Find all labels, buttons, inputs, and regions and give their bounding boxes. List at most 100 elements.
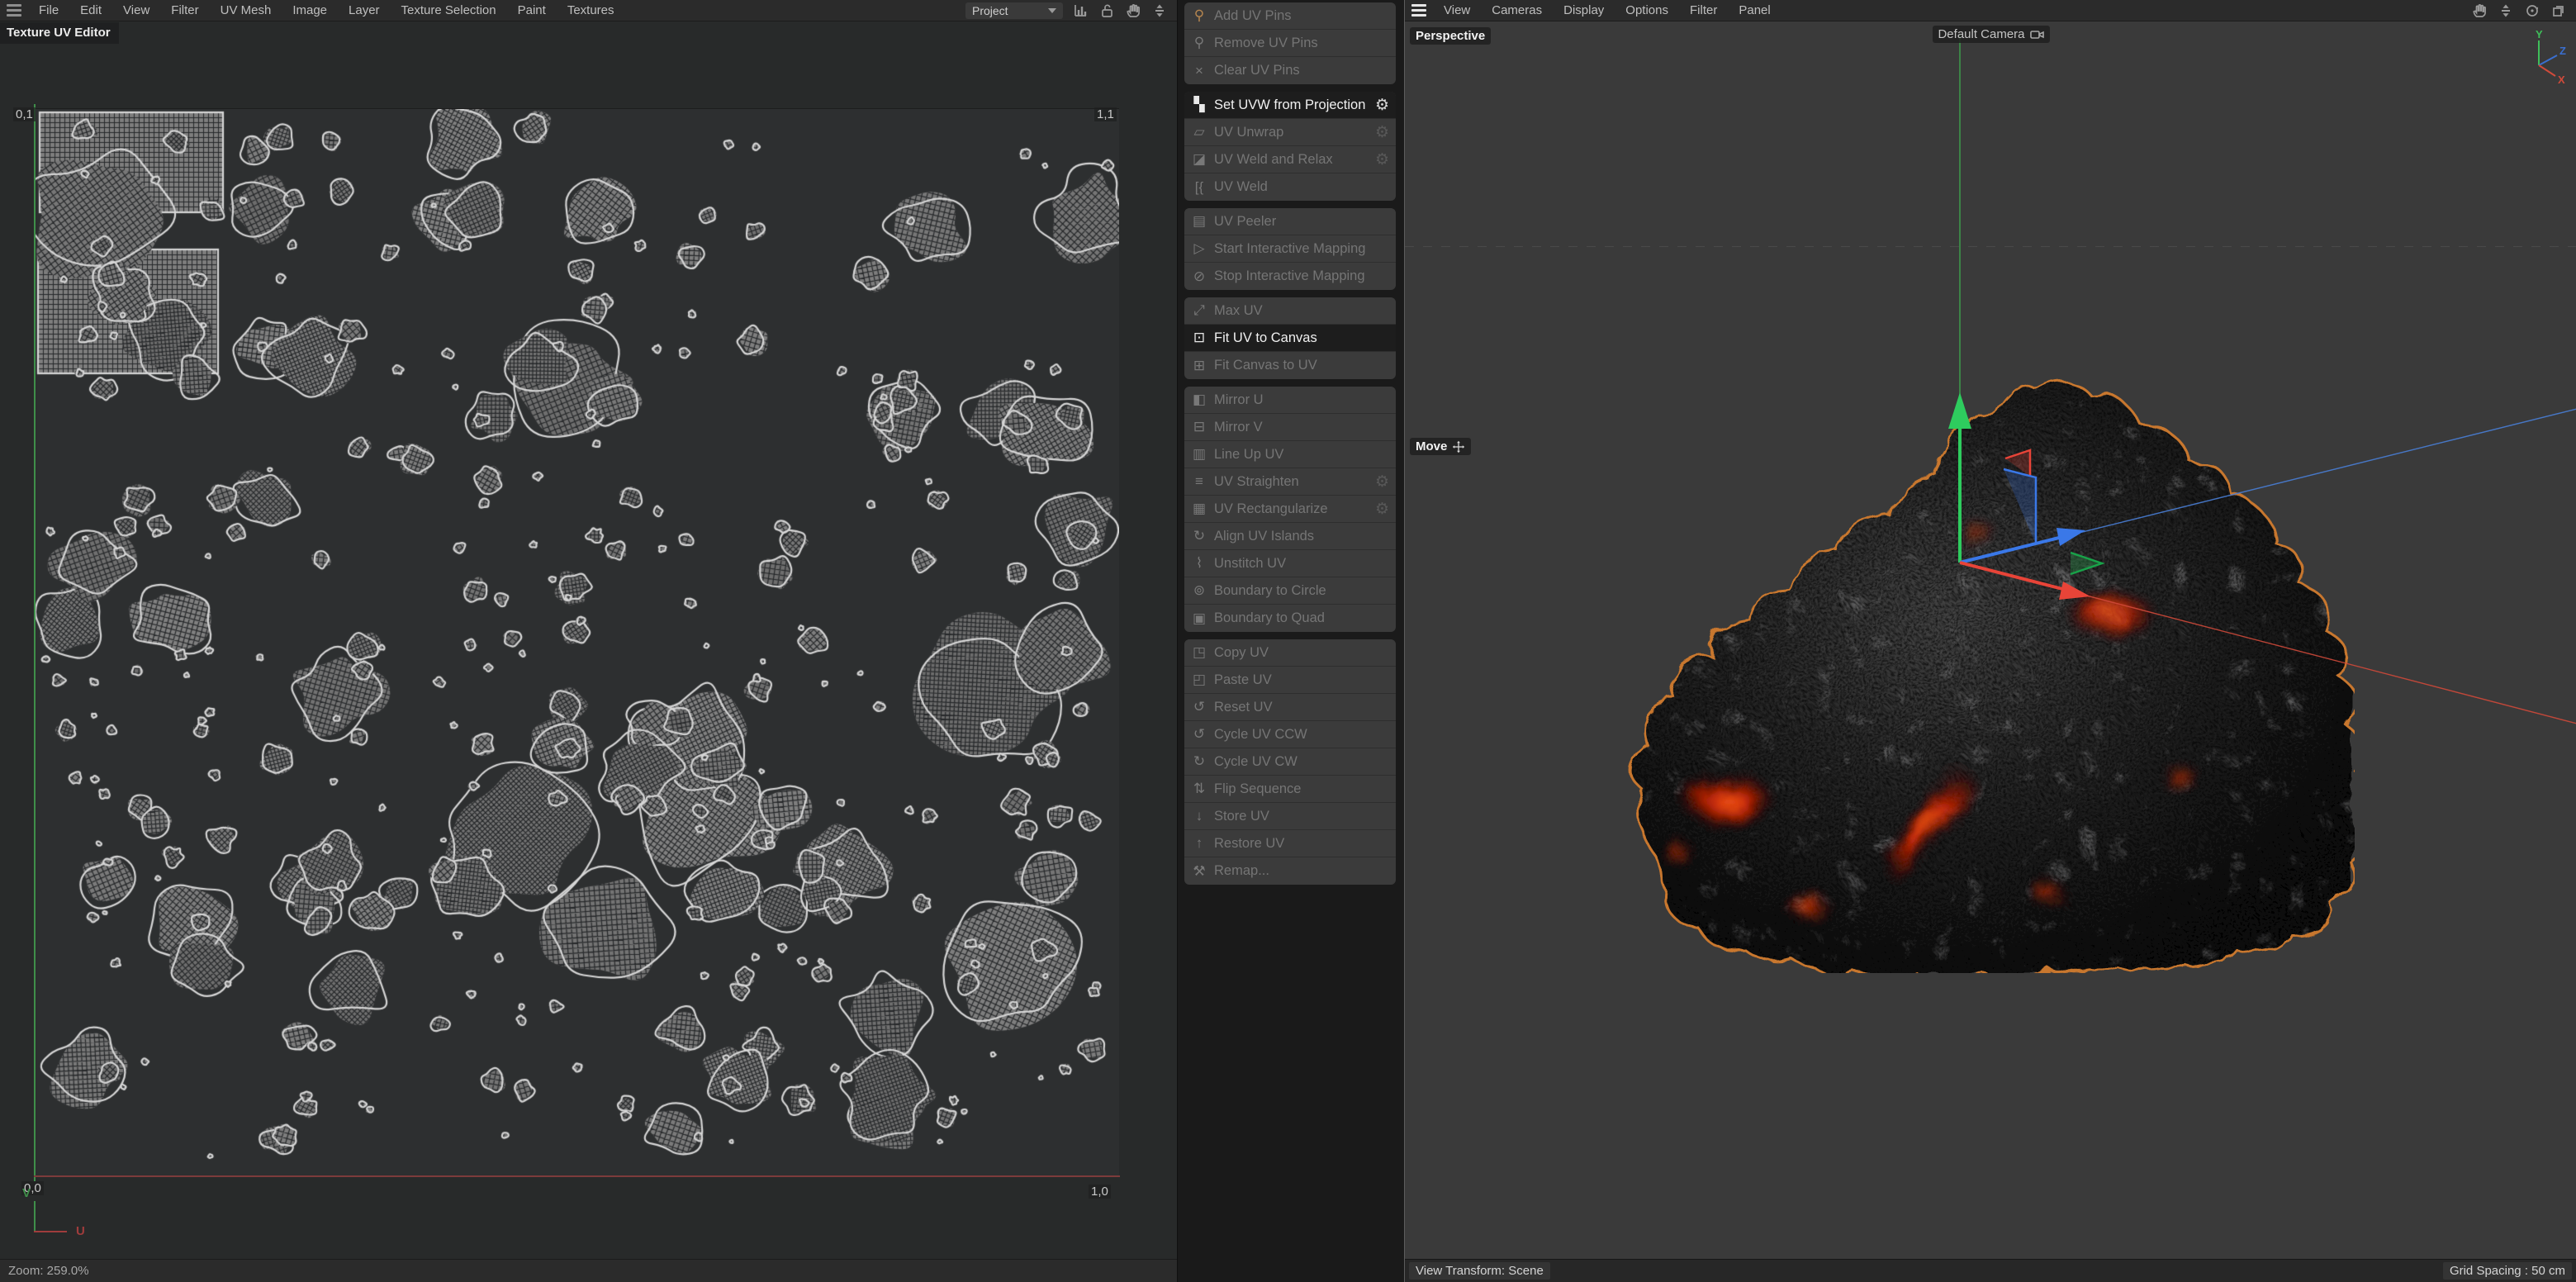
uv-menu-item-store-uv[interactable]: ↓ Store UV: [1184, 803, 1396, 830]
camera-icon: [2029, 30, 2044, 39]
uv-menu-item-label: Remove UV Pins: [1214, 35, 1318, 50]
uv-menu-item-cycle-uv-cw[interactable]: ↻ Cycle UV CW: [1184, 748, 1396, 776]
settings-gear-icon[interactable]: ⚙: [1375, 123, 1396, 142]
histogram-icon[interactable]: [1071, 2, 1089, 20]
uv-menu-item-reset-uv[interactable]: ↺ Reset UV: [1184, 694, 1396, 721]
uv-menu-item-label: Line Up UV: [1214, 446, 1284, 462]
uv-menu-item-align-uv-islands[interactable]: ↻ Align UV Islands: [1184, 523, 1396, 550]
selected-object-rock[interactable]: [1603, 358, 2355, 973]
menu-layer[interactable]: Layer: [338, 0, 391, 21]
uv-corner-11: 1,1: [1094, 107, 1117, 121]
menu-uv-mesh[interactable]: UV Mesh: [210, 0, 282, 21]
uv-menu-item-uv-weld-and-relax[interactable]: ◪ UV Weld and Relax ⚙: [1184, 146, 1396, 173]
panel-title: Texture UV Editor: [0, 22, 119, 44]
uv-menu-item-clear-uv-pins[interactable]: × Clear UV Pins: [1184, 57, 1396, 84]
uv-menu-item-label: Flip Sequence: [1214, 781, 1302, 796]
uv-menu-item-fit-uv-to-canvas[interactable]: ⊡ Fit UV to Canvas: [1184, 325, 1396, 352]
uv-menu-item-line-up-uv[interactable]: ▥ Line Up UV: [1184, 441, 1396, 468]
uv-menu-item-start-interactive-mapping[interactable]: ▷ Start Interactive Mapping: [1184, 235, 1396, 263]
uv-menu-item-restore-uv[interactable]: ↑ Restore UV: [1184, 830, 1396, 857]
uv-menu-item-remap[interactable]: ⚒ Remap...: [1184, 857, 1396, 885]
reset-icon: ↺: [1193, 699, 1206, 715]
uv-menu-item-stop-interactive-mapping[interactable]: ⊘ Stop Interactive Mapping: [1184, 263, 1396, 290]
uv-menu-item-label: Reset UV: [1214, 699, 1273, 715]
viewport-menu-cameras[interactable]: Cameras: [1481, 0, 1553, 21]
uv-menu-item-cycle-uv-ccw[interactable]: ↺ Cycle UV CCW: [1184, 721, 1396, 748]
menu-filter[interactable]: Filter: [160, 0, 209, 21]
uv-menu-item-label: Start Interactive Mapping: [1214, 240, 1366, 256]
project-dropdown[interactable]: Project: [965, 2, 1063, 19]
viewport-menu-options[interactable]: Options: [1615, 0, 1679, 21]
height-adjust-icon[interactable]: [2497, 2, 2515, 20]
panel-menu-icon[interactable]: [0, 0, 28, 21]
settings-gear-icon[interactable]: ⚙: [1375, 500, 1396, 519]
peeler-icon: ▤: [1192, 213, 1207, 229]
uv-canvas[interactable]: [35, 109, 1119, 1176]
straighten-icon: ≡: [1195, 473, 1203, 489]
maximize-icon[interactable]: [2550, 2, 2568, 20]
menu-paint[interactable]: Paint: [507, 0, 557, 21]
menu-texture-selection[interactable]: Texture Selection: [391, 0, 507, 21]
menu-file[interactable]: File: [28, 0, 69, 21]
uv-menu-item-fit-canvas-to-uv[interactable]: ⊞ Fit Canvas to UV: [1184, 352, 1396, 379]
viewport-menu-display[interactable]: Display: [1553, 0, 1615, 21]
unlock-icon[interactable]: [1098, 2, 1116, 20]
uv-menu-item-boundary-to-quad[interactable]: ▣ Boundary to Quad: [1184, 605, 1396, 632]
uv-menu-item-uv-unwrap[interactable]: ▱ UV Unwrap ⚙: [1184, 119, 1396, 146]
checker-icon: ▚: [1193, 97, 1205, 112]
viewport-menu-view[interactable]: View: [1433, 0, 1481, 21]
uv-menu-item-uv-weld[interactable]: [{UV Weld: [1184, 173, 1396, 201]
uv-menu-item-add-uv-pins[interactable]: ⚲ Add UV Pins: [1184, 2, 1396, 30]
uv-command-group: ⤢ Max UV ⊡ Fit UV to Canvas ⊞ Fit Canvas to U…: [1184, 297, 1396, 379]
horizon-grid-line: [1405, 246, 2576, 247]
uv-menu-item-uv-straighten[interactable]: ≡ UV Straighten ⚙: [1184, 468, 1396, 496]
uv-editor-statusbar: Zoom: 259.0%: [0, 1259, 1177, 1282]
settings-gear-icon[interactable]: ⚙: [1375, 96, 1396, 115]
uv-menu-item-uv-peeler[interactable]: ▤ UV Peeler: [1184, 208, 1396, 235]
pin-remove-icon: ⚲: [1193, 35, 1205, 50]
settings-gear-icon[interactable]: ⚙: [1375, 472, 1396, 491]
camera-selector[interactable]: Default Camera: [1932, 26, 2050, 43]
uv-menu-item-uv-rectangularize[interactable]: ▦ UV Rectangularize ⚙: [1184, 496, 1396, 523]
fit-canvas-to-uv-icon: ⊞: [1193, 357, 1206, 373]
menu-view[interactable]: View: [112, 0, 160, 21]
pin-icon: ⚲: [1193, 7, 1205, 23]
hand-icon[interactable]: [1124, 2, 1142, 20]
hand-icon[interactable]: [2470, 2, 2488, 20]
uv-menu-item-label: Clear UV Pins: [1214, 63, 1300, 78]
viewport-3d-scene[interactable]: Perspective Default Camera Move Y Z X: [1405, 22, 2576, 1259]
uv-command-group: ▤ UV Peeler ▷ Start Interactive Mapping ⊘ Sto…: [1184, 208, 1396, 290]
uv-menu-item-label: Fit Canvas to UV: [1214, 358, 1317, 373]
viewport-statusbar: View Transform: Scene Grid Spacing : 50 …: [1405, 1259, 2576, 1282]
uv-menu-item-boundary-to-circle[interactable]: ⊚ Boundary to Circle: [1184, 577, 1396, 605]
viewport-menu-filter[interactable]: Filter: [1679, 0, 1728, 21]
remap-icon: ⚒: [1193, 862, 1206, 879]
uv-menu-item-unstitch-uv[interactable]: ⌇ Unstitch UV: [1184, 550, 1396, 577]
uv-menu-item-label: Max UV: [1214, 302, 1263, 318]
uv-menu-item-copy-uv[interactable]: ◳ Copy UV: [1184, 639, 1396, 667]
uv-command-group: ▚ Set UVW from Projection ⚙ ▱ UV Unwrap ⚙ ◪ UV …: [1184, 92, 1396, 201]
menu-image[interactable]: Image: [282, 0, 338, 21]
unwrap-icon: ▱: [1193, 124, 1205, 140]
boundary-quad-icon: ▣: [1192, 610, 1207, 626]
menu-edit[interactable]: Edit: [69, 0, 112, 21]
uv-menu-item-paste-uv[interactable]: ◰ Paste UV: [1184, 667, 1396, 694]
height-adjust-icon[interactable]: [1150, 2, 1169, 20]
uv-menu-item-set-uvw-from-projection[interactable]: ▚ Set UVW from Projection ⚙: [1184, 92, 1396, 119]
uv-menu-item-max-uv[interactable]: ⤢ Max UV: [1184, 297, 1396, 325]
settings-gear-icon[interactable]: ⚙: [1375, 150, 1396, 169]
orbit-icon[interactable]: [2523, 2, 2541, 20]
viewport-menu-icon[interactable]: [1405, 0, 1433, 21]
uv-menu-item-mirror-u[interactable]: ◧ Mirror U: [1184, 387, 1396, 414]
uv-menu-item-mirror-v[interactable]: ⊟ Mirror V: [1184, 414, 1396, 441]
menu-textures[interactable]: Textures: [557, 0, 625, 21]
mirror-v-icon: ⊟: [1193, 419, 1206, 434]
world-axis-gizmo: Y Z X: [2536, 29, 2566, 86]
axis-y-label: Y: [2536, 29, 2543, 40]
uv-menu-item-flip-sequence[interactable]: ⇅ Flip Sequence: [1184, 776, 1396, 803]
viewport-menu-panel[interactable]: Panel: [1728, 0, 1781, 21]
uv-menu-item-remove-uv-pins[interactable]: ⚲ Remove UV Pins: [1184, 30, 1396, 57]
uv-menu-item-label: Paste UV: [1214, 672, 1272, 687]
uv-menu-item-label: Store UV: [1214, 808, 1269, 824]
uv-menu-item-label: Unstitch UV: [1214, 555, 1287, 571]
